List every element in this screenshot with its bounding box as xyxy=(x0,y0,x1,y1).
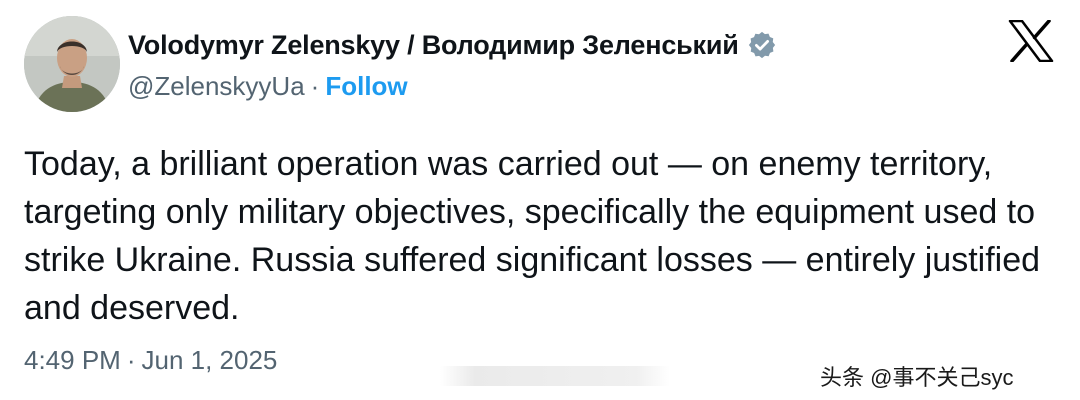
watermark-text: 头条 @事不关己syc xyxy=(820,365,1014,390)
author-handle-row: @ZelenskyyUa · Follow xyxy=(128,68,408,104)
x-logo-icon[interactable] xyxy=(1008,19,1054,63)
avatar-photo xyxy=(24,16,120,112)
author-name-row: Volodymyr Zelenskyy / Володимир Зеленськ… xyxy=(128,24,777,66)
verified-badge-icon xyxy=(747,30,777,60)
author-avatar[interactable] xyxy=(24,16,120,112)
tweet-date: Jun 1, 2025 xyxy=(141,344,278,375)
author-handle[interactable]: @ZelenskyyUa xyxy=(128,71,305,102)
author-display-name[interactable]: Volodymyr Zelenskyy / Володимир Зеленськ… xyxy=(128,30,739,61)
tweet-time: 4:49 PM xyxy=(24,344,121,375)
tweet-timestamp[interactable]: 4:49 PM · Jun 1, 2025 xyxy=(24,340,277,380)
blur-smudge xyxy=(440,366,670,386)
tweet-text: Today, a brilliant operation was carried… xyxy=(24,145,1041,327)
separator-dot: · xyxy=(126,344,136,375)
separator-dot: · xyxy=(310,70,320,101)
watermark: 头条 @事不关己syc xyxy=(820,358,1013,394)
follow-button[interactable]: Follow xyxy=(325,71,407,102)
